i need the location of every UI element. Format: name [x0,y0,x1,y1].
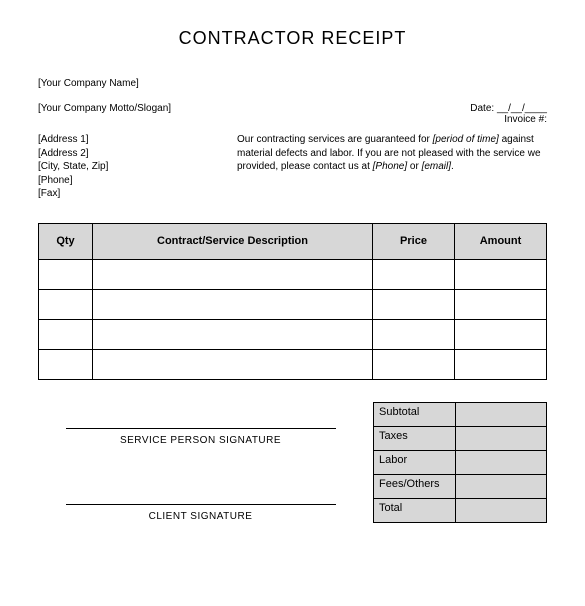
invoice-label: Invoice #: [470,114,547,125]
taxes-label: Taxes [374,426,456,450]
col-amount: Amount [455,223,547,259]
summary-row: SERVICE PERSON SIGNATURE CLIENT SIGNATUR… [38,380,547,523]
receipt-page: CONTRACTOR RECEIPT [Your Company Name] [… [0,0,585,523]
date-invoice: Date: __/__/____ Invoice #: [470,103,547,125]
col-price: Price [373,223,455,259]
total-label: Total [374,498,456,522]
city-state-zip: [City, State, Zip] [38,160,108,174]
motto-row: [Your Company Motto/Slogan] Date: __/__/… [38,103,547,125]
fax: [Fax] [38,187,108,201]
cell-desc[interactable] [93,349,373,379]
address-block: [Address 1] [Address 2] [City, State, Zi… [38,133,108,201]
fees-label: Fees/Others [374,474,456,498]
header-row: [Your Company Name] [38,77,547,91]
subtotal-label: Subtotal [374,402,456,426]
cell-price[interactable] [373,319,455,349]
labor-value[interactable] [455,450,546,474]
subtotal-value[interactable] [455,402,546,426]
guarantee-end: . [451,161,454,172]
cell-qty[interactable] [39,259,93,289]
address-1: [Address 1] [38,133,108,147]
labor-label: Labor [374,450,456,474]
guarantee-email: [email] [422,161,451,172]
document-title: CONTRACTOR RECEIPT [38,28,547,49]
guarantee-pre: Our contracting services are guaranteed … [237,134,433,145]
client-signature-line[interactable] [66,504,336,505]
table-row [39,259,547,289]
company-name: [Your Company Name] [38,77,139,91]
cell-desc[interactable] [93,259,373,289]
cell-qty[interactable] [39,289,93,319]
table-row [39,319,547,349]
table-row [39,349,547,379]
guarantee-text: Our contracting services are guaranteed … [237,133,547,201]
col-desc: Contract/Service Description [93,223,373,259]
cell-amount[interactable] [455,319,547,349]
signature-area: SERVICE PERSON SIGNATURE CLIENT SIGNATUR… [38,380,373,523]
line-items-table: Qty Contract/Service Description Price A… [38,223,547,380]
col-qty: Qty [39,223,93,259]
cell-price[interactable] [373,259,455,289]
table-row [39,289,547,319]
cell-amount[interactable] [455,259,547,289]
totals-table: Subtotal Taxes Labor Fees/Others Total [373,402,547,523]
guarantee-or: or [407,161,421,172]
service-signature-line[interactable] [66,428,336,429]
phone: [Phone] [38,174,108,188]
cell-amount[interactable] [455,349,547,379]
client-signature-label: CLIENT SIGNATURE [66,511,336,522]
company-motto: [Your Company Motto/Slogan] [38,103,171,125]
cell-desc[interactable] [93,319,373,349]
table-header-row: Qty Contract/Service Description Price A… [39,223,547,259]
cell-price[interactable] [373,349,455,379]
cell-qty[interactable] [39,349,93,379]
cell-price[interactable] [373,289,455,319]
address-2: [Address 2] [38,147,108,161]
cell-qty[interactable] [39,319,93,349]
date-label: Date: __/__/____ [470,103,547,114]
fees-value[interactable] [455,474,546,498]
cell-desc[interactable] [93,289,373,319]
address-guarantee-row: [Address 1] [Address 2] [City, State, Zi… [38,133,547,201]
taxes-value[interactable] [455,426,546,450]
guarantee-phone: [Phone] [373,161,407,172]
service-signature-label: SERVICE PERSON SIGNATURE [66,435,336,446]
guarantee-period: [period of time] [433,134,499,145]
total-value[interactable] [455,498,546,522]
cell-amount[interactable] [455,289,547,319]
